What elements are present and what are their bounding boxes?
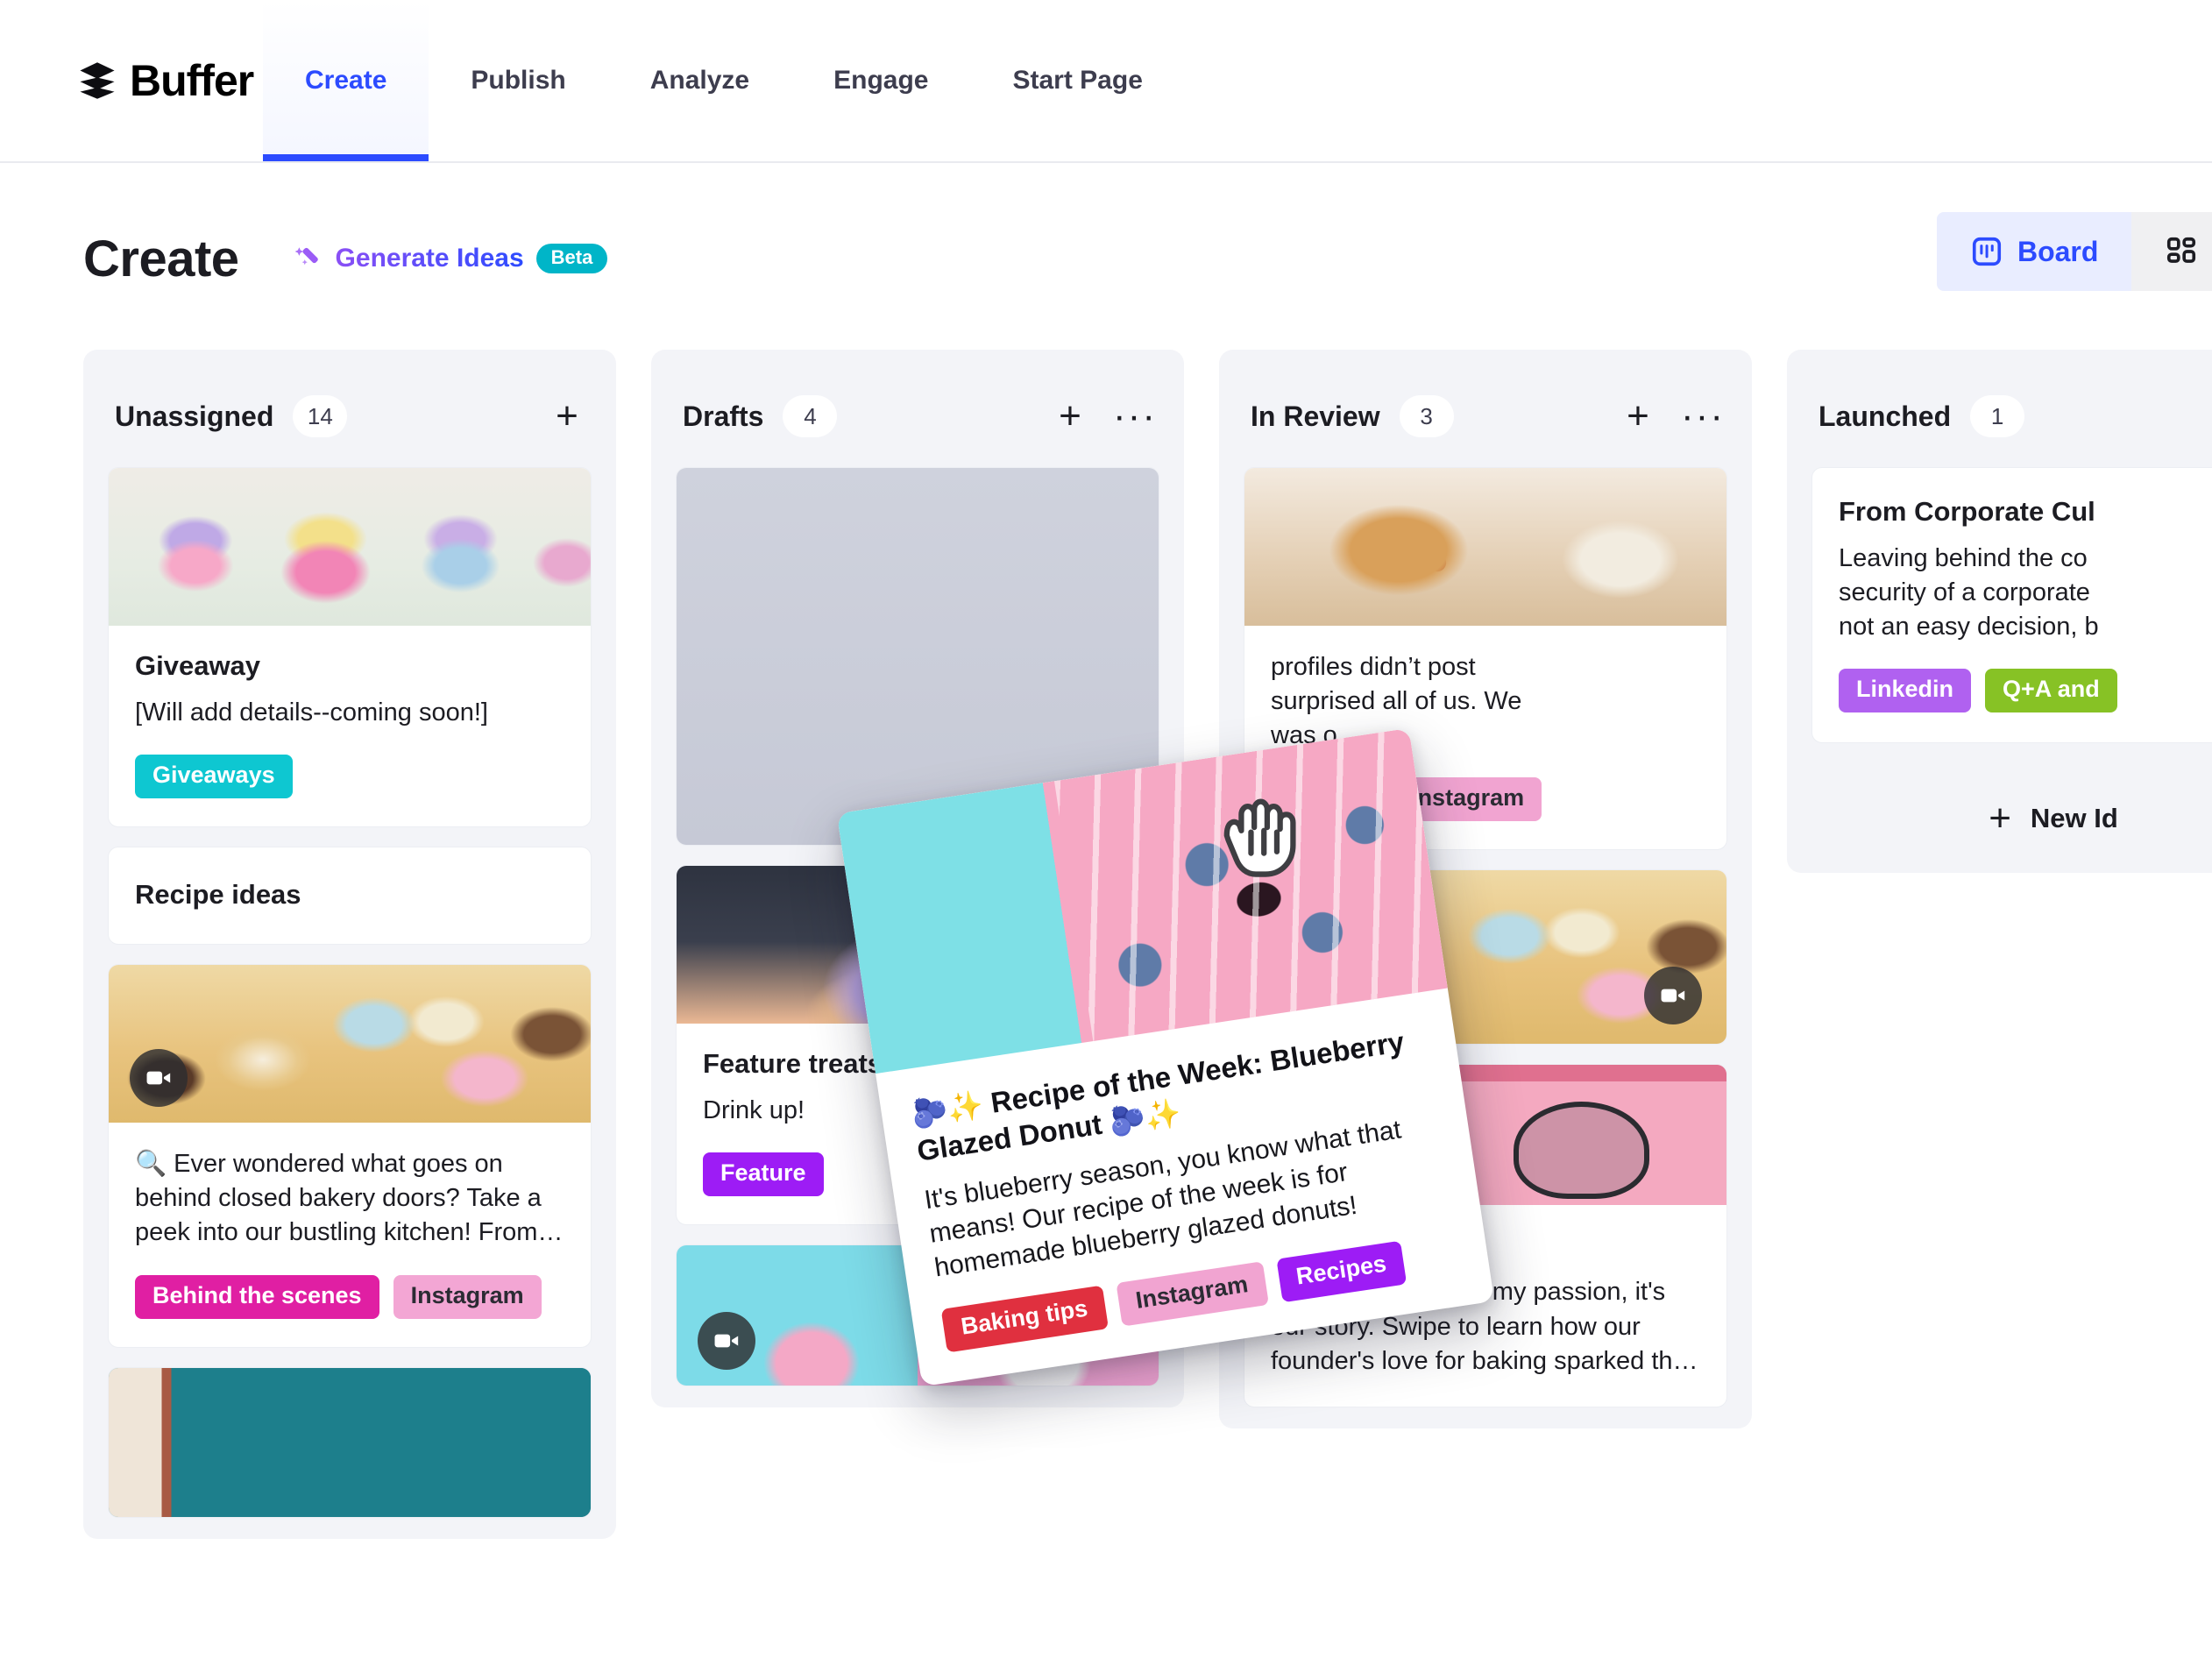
nav-tab-create[interactable]: Create — [263, 0, 429, 161]
board-column-launched: Launched 1 From Corporate Cul Leaving be… — [1787, 350, 2212, 874]
column-header: In Review 3 + ··· — [1219, 350, 1752, 467]
idea-card[interactable]: 🔍 Ever wondered what goes on behind clos… — [108, 964, 592, 1348]
nav-tab-analyze[interactable]: Analyze — [608, 0, 791, 161]
idea-card[interactable] — [108, 1366, 592, 1518]
view-board-button[interactable]: Board — [1936, 212, 2132, 291]
video-badge — [1644, 967, 1702, 1025]
tag-giveaways[interactable]: Giveaways — [135, 755, 293, 799]
column-count-badge: 3 — [1399, 395, 1454, 437]
nav-tab-publish[interactable]: Publish — [429, 0, 607, 161]
column-title: Launched — [1819, 400, 1952, 432]
tag-recipes[interactable]: Recipes — [1276, 1241, 1407, 1303]
card-tags: Behind the scenes Instagram — [135, 1274, 564, 1319]
board-column-unassigned: Unassigned 14 + Giveaway [Will add detai… — [83, 350, 616, 1539]
plus-icon: + — [1059, 394, 1081, 437]
column-title: Drafts — [683, 400, 764, 432]
ellipsis-icon: ··· — [1681, 394, 1725, 437]
video-badge — [698, 1312, 755, 1371]
idea-card[interactable]: Giveaway [Will add details--coming soon!… — [108, 467, 592, 828]
card-title: Recipe ideas — [135, 879, 301, 911]
card-text: Leaving behind the co security of a corp… — [1839, 544, 2099, 642]
column-header: Unassigned 14 + — [83, 350, 616, 467]
buffer-logo[interactable]: Buffer — [0, 0, 263, 161]
view-switcher: Board Gal — [1936, 212, 2212, 291]
column-count-badge: 14 — [293, 395, 348, 437]
plus-icon: + — [1627, 394, 1649, 437]
dragged-idea-card[interactable]: 🫐✨ Recipe of the Week: Blueberry Glazed … — [836, 727, 1495, 1387]
beta-badge: Beta — [535, 244, 608, 273]
view-board-label: Board — [2017, 235, 2099, 267]
card-title: From Corporate Cul — [1839, 496, 2095, 527]
card-image-bakery-storefront — [109, 1367, 591, 1517]
new-idea-label: New Id — [2030, 803, 2118, 834]
card-image-donuts — [109, 965, 591, 1124]
video-camera-icon — [146, 1071, 171, 1085]
view-gallery-button[interactable]: Gal — [2131, 212, 2212, 291]
card-image-bacon-donut — [1244, 468, 1726, 626]
page-header: Create Generate Ideas Beta Board — [0, 163, 2212, 303]
board-icon — [1972, 237, 2002, 266]
card-image-cupcakes — [109, 468, 591, 626]
plus-icon: + — [556, 394, 578, 437]
card-tags: Giveaways — [135, 755, 564, 799]
column-title: In Review — [1251, 400, 1380, 432]
column-actions: + ··· — [1053, 394, 1155, 437]
tag-feature[interactable]: Feature — [703, 1152, 824, 1197]
tag-qa[interactable]: Q+A and — [1985, 669, 2117, 713]
add-card-button[interactable]: + — [549, 394, 585, 437]
add-card-button[interactable]: + — [1620, 394, 1655, 437]
primary-nav-tabs: Create Publish Analyze Engage Start Page — [263, 0, 1185, 161]
column-menu-button[interactable]: ··· — [1681, 397, 1723, 436]
magic-wand-icon — [294, 247, 318, 266]
column-actions: + ··· — [1620, 394, 1723, 437]
column-header: Launched 1 — [1787, 350, 2212, 467]
column-cards: From Corporate Cul Leaving behind the co… — [1787, 467, 2212, 852]
column-actions: + — [549, 394, 585, 437]
generate-ideas-label: Generate Ideas — [335, 244, 524, 273]
column-title: Unassigned — [115, 400, 274, 432]
nav-tab-start-page[interactable]: Start Page — [970, 0, 1184, 161]
nav-tab-engage[interactable]: Engage — [791, 0, 970, 161]
card-title: Giveaway — [135, 650, 261, 681]
buffer-logo-text: Buffer — [130, 56, 254, 105]
add-card-button[interactable]: + — [1053, 394, 1088, 437]
column-count-badge: 4 — [783, 395, 838, 437]
ellipsis-icon: ··· — [1113, 394, 1157, 437]
column-header: Drafts 4 + ··· — [651, 350, 1184, 467]
video-camera-icon — [714, 1334, 739, 1348]
board-scroll-region[interactable]: Unassigned 14 + Giveaway [Will add detai… — [0, 303, 2212, 1680]
column-cards: Giveaway [Will add details--coming soon!… — [83, 467, 616, 1518]
idea-card[interactable]: From Corporate Cul Leaving behind the co… — [1811, 467, 2212, 744]
card-text: profiles didn’t post surprised all of us… — [1271, 653, 1522, 750]
plus-icon: + — [1989, 797, 2011, 840]
tag-linkedin[interactable]: Linkedin — [1839, 669, 1972, 713]
tag-instagram[interactable]: Instagram — [1116, 1261, 1269, 1328]
tag-behind-the-scenes[interactable]: Behind the scenes — [135, 1274, 379, 1319]
tag-baking-tips[interactable]: Baking tips — [940, 1286, 1109, 1353]
video-camera-icon — [1661, 989, 1685, 1003]
column-menu-button[interactable]: ··· — [1113, 397, 1155, 436]
gallery-grid-icon — [2167, 237, 2196, 263]
tag-instagram[interactable]: Instagram — [393, 1274, 542, 1319]
idea-card[interactable]: Recipe ideas — [108, 847, 592, 946]
generate-ideas-button[interactable]: Generate Ideas Beta — [294, 244, 608, 273]
card-text: [Will add details--coming soon!] — [135, 698, 488, 727]
new-idea-button[interactable]: + New Id — [1811, 762, 2212, 852]
column-count-badge: 1 — [1970, 395, 2025, 437]
page-title: Create — [83, 230, 239, 287]
buffer-logo-icon — [80, 62, 115, 99]
video-badge — [130, 1049, 188, 1108]
card-text: 🔍 Ever wondered what goes on behind clos… — [135, 1150, 564, 1247]
top-navigation-bar: Buffer Create Publish Analyze Engage Sta… — [0, 0, 2212, 163]
card-tags: Linkedin Q+A and — [1839, 669, 2212, 713]
